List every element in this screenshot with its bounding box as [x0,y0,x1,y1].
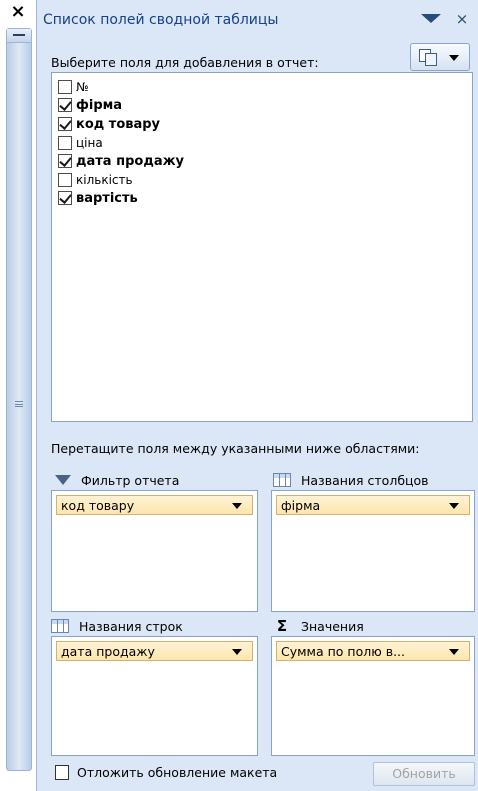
chevron-down-icon[interactable] [232,649,242,655]
defer-update-checkbox[interactable] [55,765,69,780]
layout-button[interactable] [410,43,470,71]
field-item-cost[interactable]: вартість [58,189,138,207]
chevron-down-icon [449,55,459,61]
columns-item-label: фірма [281,497,321,513]
strip-scrollbar[interactable] [6,28,32,771]
filter-area-header: Фильтр отчета [55,470,179,490]
filter-funnel-icon [55,475,71,485]
update-button[interactable]: Обновить [373,762,475,786]
layout-sections-icon [419,49,437,66]
field-item-firm[interactable]: фірма [58,96,122,114]
field-list: № фірма код товару ціна дата продажу кіл… [51,72,473,422]
field-checkbox[interactable] [58,136,72,150]
filter-area-label: Фильтр отчета [81,472,180,488]
field-label: кількість [76,173,133,187]
drag-hint-text: Перетащите поля между указанными ниже об… [51,441,420,456]
strip-minimize-icon[interactable] [7,29,31,43]
values-area-label: Значения [301,618,364,634]
field-item-number[interactable]: № [58,78,88,96]
filter-area-box[interactable]: код товару [51,490,258,612]
strip-grip-icon[interactable] [15,401,23,407]
field-checkbox[interactable] [58,117,72,131]
field-checkbox[interactable] [58,173,72,187]
field-label: вартість [76,190,138,206]
field-label: код товару [76,116,161,132]
field-label: дата продажу [76,153,185,169]
pane-titlebar: Список полей сводной таблицы × [37,0,478,40]
field-item-product-code[interactable]: код товару [58,115,160,133]
pivot-field-list-pane: Список полей сводной таблицы × Выберите … [36,0,478,791]
chevron-down-icon[interactable] [232,503,242,509]
strip-close-icon[interactable]: × [6,0,30,24]
rows-area-box[interactable]: дата продажу [51,636,258,756]
side-strip: × [0,0,36,791]
field-label: фірма [76,97,123,113]
pane-title: Список полей сводной таблицы [43,12,279,28]
columns-area-box[interactable]: фірма [271,490,475,612]
choose-fields-label: Выберите поля для добавления в отчет: [51,55,319,70]
sigma-icon: Σ [276,617,288,635]
field-item-price[interactable]: ціна [58,134,103,152]
chevron-down-icon[interactable] [449,649,459,655]
rows-area-label: Названия строк [79,618,183,634]
field-label: ціна [76,136,103,150]
row-grid-icon [51,619,69,633]
values-area-box[interactable]: Сумма по полю в... [271,636,475,756]
rows-area-header: Названия строк [51,616,183,636]
field-item-sale-date[interactable]: дата продажу [58,152,184,170]
defer-update-option[interactable]: Отложить обновление макета [55,765,277,780]
field-checkbox[interactable] [58,191,72,205]
pane-menu-icon[interactable] [421,14,441,23]
columns-area-label: Названия столбцов [301,472,429,488]
field-checkbox[interactable] [58,154,72,168]
chevron-down-icon[interactable] [449,503,459,509]
column-grid-icon [273,473,291,487]
filter-area-item[interactable]: код товару [56,495,253,515]
rows-area-item[interactable]: дата продажу [56,641,253,661]
columns-area-header: Названия столбцов [273,470,429,490]
filter-item-label: код товару [61,497,135,513]
field-checkbox[interactable] [58,98,72,112]
defer-update-label: Отложить обновление макета [77,765,278,780]
values-area-header: Σ Значения [273,616,364,636]
pane-close-icon[interactable]: × [451,8,473,30]
values-area-item[interactable]: Сумма по полю в... [276,641,470,661]
columns-area-item[interactable]: фірма [276,495,470,515]
rows-item-label: дата продажу [61,643,155,659]
field-label: № [76,80,89,94]
values-item-label: Сумма по полю в... [281,643,406,659]
field-checkbox[interactable] [58,80,72,94]
field-item-quantity[interactable]: кількість [58,171,133,189]
